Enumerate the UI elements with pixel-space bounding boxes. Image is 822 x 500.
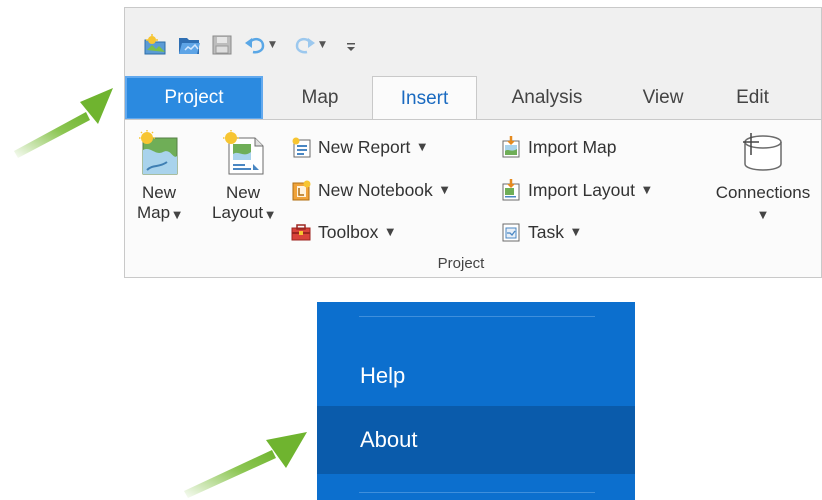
arrow-to-project-tab (14, 88, 113, 158)
arrow-to-about-item (184, 432, 307, 498)
callout-arrows (14, 88, 307, 498)
